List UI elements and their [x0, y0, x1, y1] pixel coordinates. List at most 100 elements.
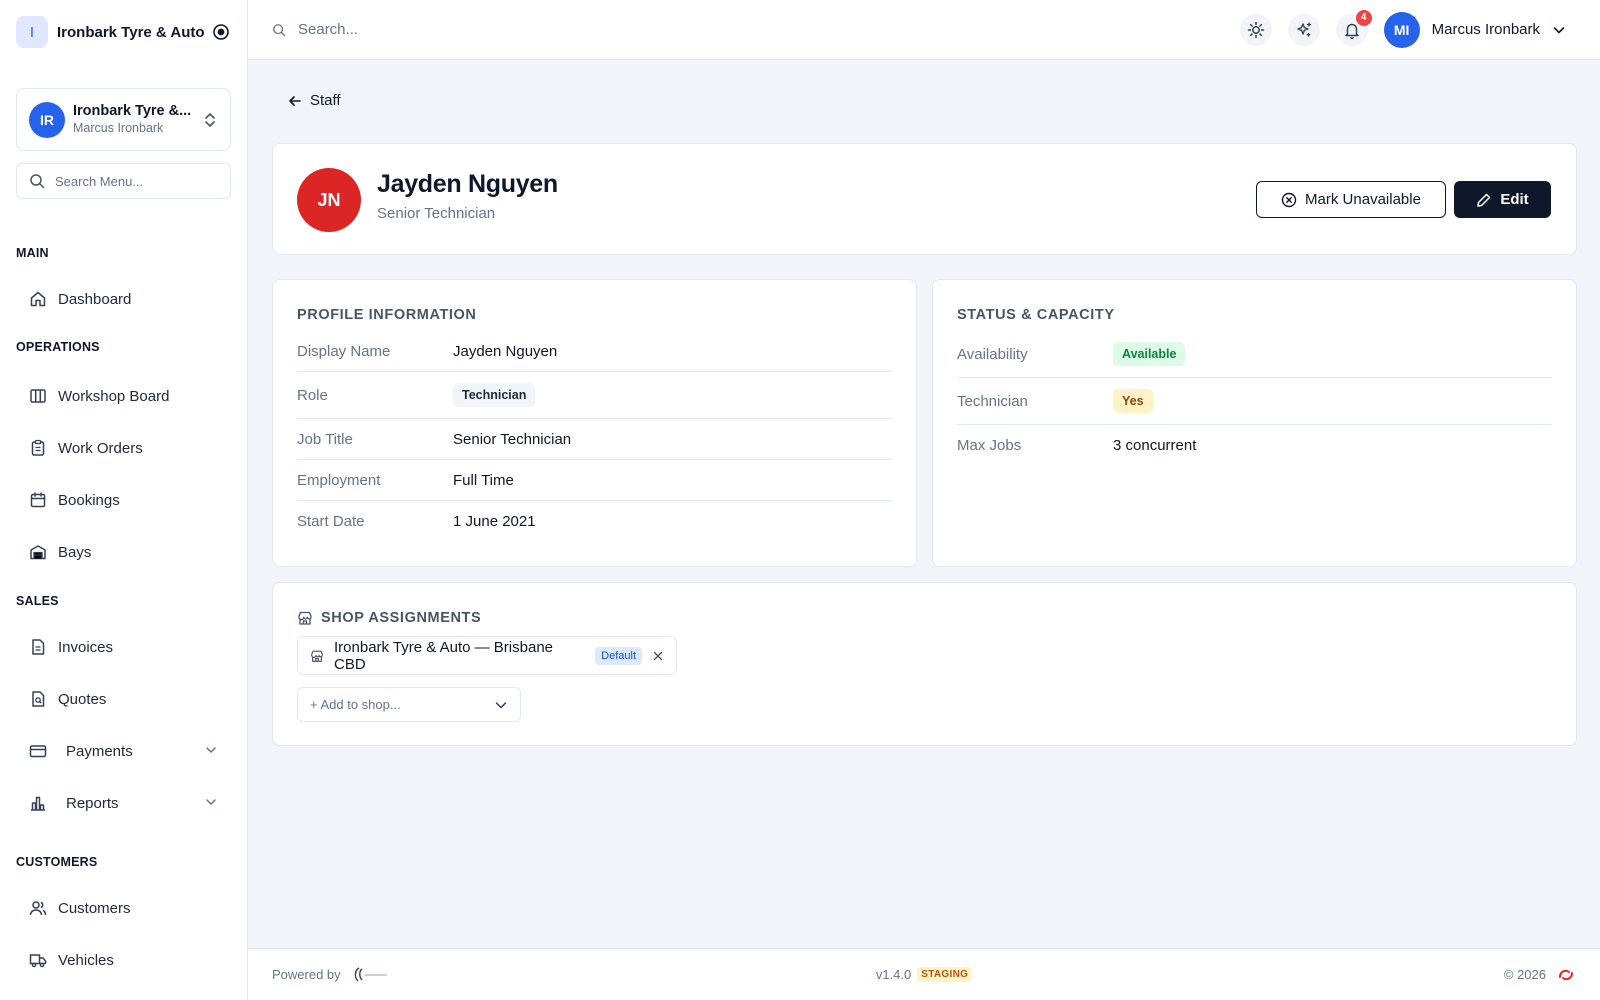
profile-row: Employment Full Time	[297, 460, 892, 501]
store-icon	[297, 610, 313, 626]
footer: Powered by v1.4.0 STAGING © 2026	[248, 948, 1600, 1000]
environment-badge: STAGING	[917, 967, 973, 982]
search-icon	[29, 173, 45, 189]
status-row: Max Jobs 3 concurrent	[957, 425, 1552, 466]
field-label: Employment	[297, 471, 381, 489]
availability-badge: Available	[1113, 342, 1186, 366]
shop-assignments-header: SHOP ASSIGNMENTS	[297, 610, 481, 626]
field-value: Senior Technician	[453, 430, 572, 448]
field-value: 1 June 2021	[453, 513, 536, 530]
sidebar-item-bays[interactable]: Bays	[16, 532, 232, 572]
field-label: Display Name	[297, 342, 391, 360]
file-search-icon	[28, 689, 48, 709]
shop-assignment-item: Ironbark Tyre & Auto — Brisbane CBD Defa…	[297, 636, 677, 675]
profile-row: Display Name Jayden Nguyen	[297, 331, 892, 372]
profile-row: Role Technician	[297, 372, 892, 419]
field-label: Max Jobs	[957, 437, 1022, 454]
shop-assignment-name: Ironbark Tyre & Auto — Brisbane CBD	[334, 638, 554, 673]
sidebar-item-label: Dashboard	[58, 290, 132, 308]
sidebar-item-invoices[interactable]: Invoices	[16, 627, 232, 667]
company-logo-icon[interactable]	[1556, 965, 1576, 985]
brand-logo[interactable]: I	[16, 16, 48, 48]
truck-icon	[28, 950, 48, 970]
users-icon	[28, 898, 48, 918]
sidebar-item-label: Invoices	[58, 638, 114, 656]
sidebar-item-workshop-board[interactable]: Workshop Board	[16, 376, 232, 416]
back-to-staff-link[interactable]: Staff	[288, 92, 341, 109]
chevron-down-icon[interactable]	[1552, 23, 1566, 37]
brand-name[interactable]: Ironbark Tyre & Auto	[57, 24, 211, 41]
sidebar: I Ironbark Tyre & Auto IR Ironbark Tyre …	[0, 0, 248, 1000]
default-badge: Default	[595, 646, 642, 665]
edit-label: Edit	[1500, 191, 1529, 208]
sidebar-item-reports[interactable]: Reports	[16, 783, 232, 823]
back-link-label: Staff	[310, 92, 341, 109]
menu-search-placeholder: Search Menu...	[55, 173, 144, 189]
nav-section-main: MAIN	[16, 246, 49, 260]
menu-search-input[interactable]: Search Menu...	[16, 163, 231, 199]
powered-by-label: Powered by	[272, 967, 341, 982]
field-label: Technician	[957, 392, 1028, 410]
clipboard-icon	[28, 438, 48, 458]
pencil-icon	[1476, 192, 1492, 208]
profile-information-card: PROFILE INFORMATION Display Name Jayden …	[272, 279, 917, 567]
status-capacity-heading: STATUS & CAPACITY	[957, 307, 1115, 323]
profile-information-heading: PROFILE INFORMATION	[297, 307, 477, 323]
sidebar-item-label: Workshop Board	[58, 387, 170, 405]
sidebar-toggle-icon[interactable]	[211, 22, 231, 42]
copyright: © 2026	[1503, 967, 1546, 982]
remove-assignment-icon[interactable]	[652, 650, 664, 662]
calendar-icon	[28, 490, 48, 510]
mark-unavailable-button[interactable]: Mark Unavailable	[1256, 181, 1446, 218]
org-user: Marcus Ironbark	[73, 120, 164, 135]
status-capacity-card: STATUS & CAPACITY Availability Available…	[932, 279, 1577, 567]
field-label: Start Date	[297, 513, 365, 530]
global-search-placeholder: Search...	[298, 21, 359, 38]
user-avatar[interactable]: MI	[1383, 11, 1420, 48]
global-search-input[interactable]: Search...	[272, 21, 1224, 38]
sidebar-item-quotes[interactable]: Quotes	[16, 679, 232, 719]
nav-section-sales: SALES	[16, 594, 59, 608]
sidebar-item-work-orders[interactable]: Work Orders	[16, 428, 232, 468]
sidebar-item-label: Reports	[66, 794, 119, 812]
store-icon	[310, 649, 324, 663]
chevron-down-icon	[204, 743, 218, 757]
sidebar-item-vehicles[interactable]: Vehicles	[16, 940, 232, 980]
ai-assistant-button[interactable]	[1287, 13, 1320, 46]
search-icon	[272, 23, 286, 37]
sidebar-item-dashboard[interactable]: Dashboard	[16, 279, 232, 319]
sidebar-item-customers[interactable]: Customers	[16, 888, 232, 928]
field-label: Role	[297, 386, 328, 404]
staff-name: Jayden Nguyen	[377, 170, 558, 198]
field-value: Full Time	[453, 471, 514, 489]
nav-section-operations: OPERATIONS	[16, 340, 100, 354]
theme-toggle-button[interactable]	[1239, 13, 1272, 46]
nav-section-customers: CUSTOMERS	[16, 855, 98, 869]
notifications-button[interactable]: 4	[1335, 9, 1372, 46]
shop-assignments-card: SHOP ASSIGNMENTS Ironbark Tyre & Auto — …	[272, 582, 1577, 746]
x-circle-icon	[1281, 192, 1297, 208]
sidebar-item-bookings[interactable]: Bookings	[16, 480, 232, 520]
sidebar-item-label: Bays	[58, 543, 92, 561]
user-menu-name[interactable]: Marcus Ironbark	[1432, 21, 1540, 38]
edit-button[interactable]: Edit	[1454, 181, 1551, 218]
field-label: Availability	[957, 345, 1028, 363]
add-to-shop-placeholder: + Add to shop...	[310, 697, 401, 712]
topbar: Search... 4 MI Marcus Ironbark	[248, 0, 1600, 60]
sidebar-item-label: Quotes	[58, 690, 107, 708]
provider-logo-icon[interactable]	[351, 965, 389, 985]
sparkles-icon	[1295, 21, 1313, 39]
status-row: Technician Yes	[957, 378, 1552, 425]
add-to-shop-select[interactable]: + Add to shop...	[297, 687, 521, 722]
field-value: Jayden Nguyen	[453, 342, 558, 360]
role-badge: Technician	[453, 383, 536, 407]
sidebar-item-label: Customers	[58, 899, 131, 917]
garage-icon	[28, 542, 48, 562]
org-switcher[interactable]: IR Ironbark Tyre &... Marcus Ironbark	[16, 88, 231, 151]
field-value: 3 concurrent	[1113, 437, 1197, 454]
staff-avatar: JN	[297, 168, 361, 232]
sidebar-item-payments[interactable]: Payments	[16, 731, 232, 771]
profile-row: Start Date 1 June 2021	[297, 501, 892, 542]
status-row: Availability Available	[957, 331, 1552, 378]
notification-count-badge: 4	[1355, 9, 1372, 26]
